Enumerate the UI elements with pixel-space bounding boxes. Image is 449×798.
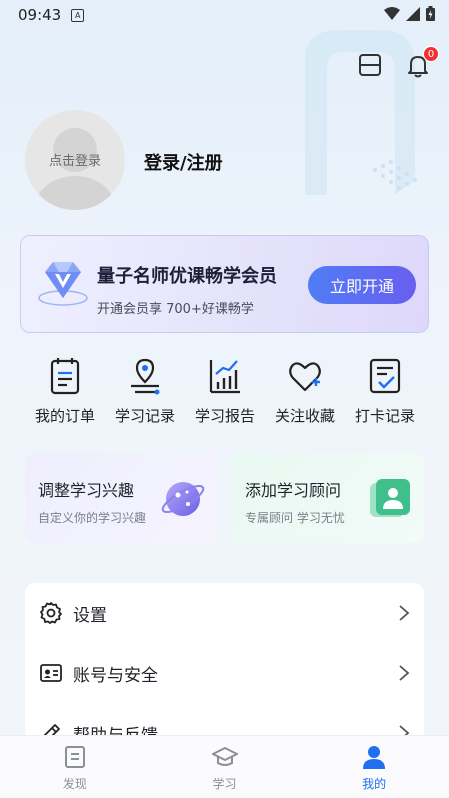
menu-label: 账号与安全	[73, 665, 158, 686]
card-subtitle: 自定义你的学习兴趣	[38, 511, 147, 525]
order-icon	[50, 358, 80, 395]
study-record-icon	[131, 358, 160, 395]
checkin-icon	[369, 358, 401, 394]
quick-action-label: 学习报告	[194, 407, 255, 425]
id-card-icon	[40, 664, 62, 682]
quick-action-label: 学习记录	[114, 407, 175, 425]
login-register-link[interactable]: 登录/注册	[144, 149, 223, 175]
notification-badge: 0	[423, 46, 439, 62]
advisor-icon	[370, 479, 410, 517]
bottom-tab-bar: 发现 学习 我的	[0, 735, 449, 798]
card-subtitle: 专属顾问 学习无忧	[245, 511, 345, 525]
tab-label: 学习	[212, 777, 237, 791]
quick-action-orders[interactable]: 我的订单	[25, 356, 105, 426]
card-title: 添加学习顾问	[245, 481, 342, 500]
discover-icon	[64, 746, 85, 768]
status-time: 09:43	[18, 6, 62, 24]
quick-action-study-record[interactable]: 学习记录	[105, 356, 185, 426]
quick-action-checkin[interactable]: 打卡记录	[345, 356, 425, 426]
person-icon	[363, 746, 386, 769]
menu-item-settings[interactable]: 设置	[25, 583, 424, 643]
chevron-right-icon	[399, 665, 410, 681]
avatar-login-text: 点击登录	[48, 154, 101, 169]
quick-action-label: 关注收藏	[274, 407, 335, 425]
planet-icon	[161, 482, 205, 516]
add-advisor-card[interactable]: 添加学习顾问 专属顾问 学习无忧	[232, 453, 424, 543]
status-bar: 09:43 A	[0, 0, 449, 30]
vip-title: 量子名师优课畅学会员	[97, 266, 277, 287]
tab-discover[interactable]: 发现	[0, 736, 150, 798]
tab-label: 我的	[362, 777, 387, 791]
quick-action-label: 打卡记录	[354, 407, 415, 425]
report-icon	[209, 360, 240, 394]
tab-study[interactable]: 学习	[150, 736, 300, 798]
chevron-right-icon	[399, 605, 410, 621]
header-actions: 0	[357, 46, 439, 78]
graduation-cap-icon	[211, 747, 238, 766]
signal-icon	[406, 6, 420, 21]
vip-subtitle: 开通会员享 700+好课畅学	[97, 302, 254, 317]
menu-item-account-security[interactable]: 账号与安全	[25, 643, 424, 703]
menu-label: 设置	[73, 605, 107, 626]
tab-mine[interactable]: 我的	[299, 736, 449, 798]
favorite-icon	[289, 362, 321, 392]
status-notification-icon: A	[71, 8, 85, 22]
battery-icon	[426, 6, 435, 21]
quick-actions: 我的订单 学习记录 学习报告 关注收藏 打卡记录	[25, 356, 425, 426]
avatar[interactable]: 点击登录	[25, 110, 125, 210]
notification-button[interactable]: 0	[405, 46, 439, 78]
card-title: 调整学习兴趣	[38, 481, 135, 500]
quick-action-favorites[interactable]: 关注收藏	[265, 356, 345, 426]
tab-label: 发现	[62, 777, 87, 791]
vip-diamond-icon	[38, 262, 88, 306]
quick-action-report[interactable]: 学习报告	[185, 356, 265, 426]
status-indicators	[384, 6, 435, 21]
adjust-interest-card[interactable]: 调整学习兴趣 自定义你的学习兴趣	[25, 453, 217, 543]
quick-action-label: 我的订单	[34, 407, 95, 425]
scan-button[interactable]	[357, 52, 383, 78]
scan-icon	[359, 54, 381, 76]
vip-open-button[interactable]: 立即开通	[308, 266, 416, 304]
gear-icon	[40, 602, 62, 624]
wifi-icon	[384, 6, 400, 20]
background-logo-decoration	[305, 30, 417, 195]
vip-membership-card[interactable]: 量子名师优课畅学会员 开通会员享 700+好课畅学 立即开通	[20, 235, 429, 333]
